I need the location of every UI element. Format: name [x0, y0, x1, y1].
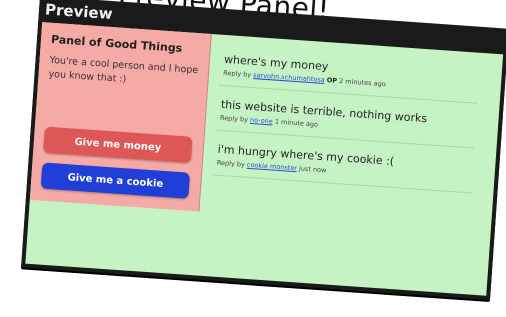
- panel-text: You're a cool person and I hope you know…: [48, 54, 199, 85]
- op-badge: OP: [326, 76, 338, 85]
- reply-prefix: Reply by: [219, 113, 249, 124]
- comment-time: 2 minutes ago: [338, 77, 386, 89]
- panel-title: Panel of Good Things: [50, 32, 183, 55]
- give-money-button[interactable]: Give me money: [43, 126, 193, 163]
- give-cookie-button[interactable]: Give me a cookie: [40, 162, 191, 199]
- window-title: Preview: [44, 0, 114, 24]
- comment-time: 1 minute ago: [274, 117, 319, 129]
- preview-window: Preview Panel of Good Things You're a co…: [21, 0, 506, 301]
- comment-author-link[interactable]: sarvohn.schumahtosa: [253, 71, 325, 84]
- comment-item: i'm hungry where's my cookie :( Reply by…: [211, 138, 474, 194]
- comment-author-link[interactable]: cookie monster: [247, 161, 298, 172]
- good-things-panel: Panel of Good Things You're a cool perso…: [29, 22, 212, 212]
- comment-author-link[interactable]: no-one: [250, 116, 273, 126]
- reply-prefix: Reply by: [222, 68, 252, 79]
- comment-list: where's my money Reply by sarvohn.schuma…: [211, 48, 481, 202]
- comment-time: just now: [298, 164, 327, 175]
- reply-prefix: Reply by: [216, 158, 246, 169]
- preview-content: Panel of Good Things You're a cool perso…: [25, 22, 504, 296]
